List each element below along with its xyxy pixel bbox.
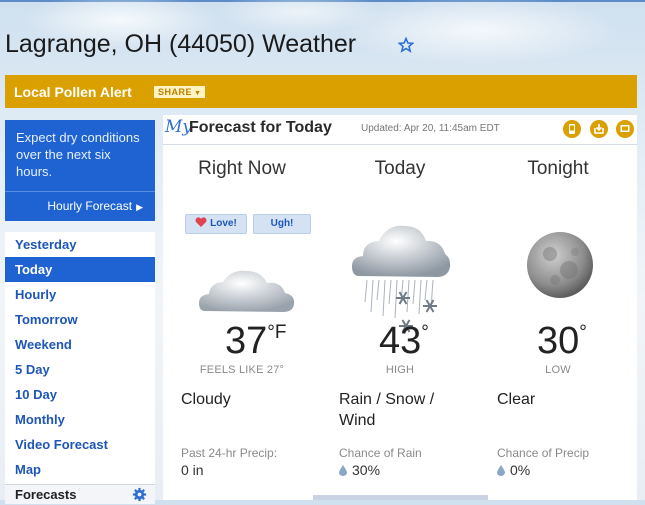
today-condition: Rain / Snow / Wind bbox=[339, 391, 435, 429]
high-label: HIGH bbox=[385, 364, 415, 376]
hourly-forecast-link[interactable]: Hourly Forecast ▶ bbox=[47, 199, 143, 213]
scroll-indicator bbox=[313, 495, 488, 500]
chance-of-rain-value: 30% bbox=[339, 462, 380, 478]
mobile-icon[interactable] bbox=[563, 120, 581, 138]
nav-item-monthly[interactable]: Monthly bbox=[5, 407, 155, 432]
love-label: Love! bbox=[210, 218, 237, 229]
tonight-heading: Tonight bbox=[527, 158, 589, 179]
forecast-title: Forecast for Today bbox=[189, 119, 332, 136]
precip-value: 0 in bbox=[181, 462, 204, 478]
current-condition: Cloudy bbox=[181, 391, 231, 408]
low-label: LOW bbox=[545, 364, 571, 376]
page-title: Lagrange, OH (44050) Weather bbox=[5, 30, 357, 58]
low-temp-unit: ° bbox=[579, 322, 587, 343]
low-temperature: 30° bbox=[537, 320, 587, 363]
raindrop-icon bbox=[339, 465, 347, 476]
star-icon[interactable] bbox=[398, 37, 414, 53]
ugh-button[interactable]: Ugh! bbox=[253, 214, 311, 234]
nav-item-weekend[interactable]: Weekend bbox=[5, 332, 155, 357]
forecast-promo: Expect dry conditions over the next six … bbox=[5, 120, 155, 221]
promo-divider bbox=[5, 191, 155, 192]
save-icon[interactable] bbox=[590, 120, 608, 138]
nav-item-10-day[interactable]: 10 Day bbox=[5, 382, 155, 407]
ugh-label: Ugh! bbox=[270, 218, 294, 229]
my-logo: My bbox=[165, 117, 193, 137]
precip-label: Past 24-hr Precip: bbox=[181, 446, 278, 460]
forecasts-footer[interactable]: Forecasts bbox=[5, 484, 155, 504]
share-button[interactable]: SHARE ▼ bbox=[154, 86, 206, 98]
share-label: SHARE bbox=[158, 87, 193, 97]
tonight-condition: Clear bbox=[497, 391, 536, 408]
forecast-panel: My Forecast for Today Updated: Apr 20, 1… bbox=[163, 115, 637, 500]
nav-item-today[interactable]: Today bbox=[5, 257, 155, 282]
nav-item-map[interactable]: Map bbox=[5, 457, 155, 482]
cloudy-icon bbox=[199, 270, 295, 312]
today-column: Today 43° HIGH Rain / Snow / Wind Chance… bbox=[321, 144, 479, 500]
feels-like: FEELS LIKE 27° bbox=[199, 364, 285, 376]
current-temperature: 37°F bbox=[225, 320, 287, 363]
chevron-down-icon: ▼ bbox=[194, 90, 202, 97]
nav-item-tomorrow[interactable]: Tomorrow bbox=[5, 307, 155, 332]
chance-of-rain-label: Chance of Rain bbox=[339, 446, 422, 460]
nav-item-video-forecast[interactable]: Video Forecast bbox=[5, 432, 155, 457]
nav-item-hourly[interactable]: Hourly bbox=[5, 282, 155, 307]
pollen-alert-bar[interactable]: Local Pollen Alert SHARE ▼ bbox=[5, 75, 637, 108]
love-button[interactable]: Love! bbox=[185, 214, 247, 234]
nav-item-5-day[interactable]: 5 Day bbox=[5, 357, 155, 382]
hourly-forecast-label: Hourly Forecast bbox=[47, 199, 133, 213]
updated-timestamp: Updated: Apr 20, 11:45am EDT bbox=[361, 123, 500, 134]
chance-of-precip-value: 0% bbox=[497, 462, 530, 478]
moon-icon bbox=[527, 232, 593, 298]
high-temp-value: 43 bbox=[379, 320, 422, 362]
chevron-right-icon: ▶ bbox=[136, 202, 143, 212]
nav-item-yesterday[interactable]: Yesterday bbox=[5, 232, 155, 257]
high-temperature: 43° bbox=[379, 320, 429, 363]
forecast-nav: Yesterday Today Hourly Tomorrow Weekend … bbox=[5, 232, 155, 504]
desktop-icon[interactable] bbox=[616, 120, 634, 138]
chance-of-precip-label: Chance of Precip bbox=[497, 446, 590, 460]
forecast-header: My Forecast for Today Updated: Apr 20, 1… bbox=[163, 115, 637, 145]
pollen-alert-label[interactable]: Local Pollen Alert bbox=[14, 84, 132, 100]
current-temp-unit: °F bbox=[267, 322, 287, 343]
today-heading: Today bbox=[374, 158, 426, 179]
low-temp-value: 30 bbox=[537, 320, 580, 362]
tonight-column: Tonight 30° LOW Clear Chance of Precip 0… bbox=[479, 144, 637, 500]
raindrop-icon bbox=[497, 465, 505, 476]
current-temp-value: 37 bbox=[225, 320, 268, 362]
right-now-column: Right Now Love! Ugh! 37°F FEELS LIKE 27°… bbox=[163, 144, 321, 500]
chance-of-rain-text: 30% bbox=[352, 462, 381, 478]
promo-text: Expect dry conditions over the next six … bbox=[16, 130, 140, 179]
high-temp-unit: ° bbox=[421, 322, 429, 343]
heart-icon bbox=[195, 217, 207, 227]
chance-of-precip-text: 0% bbox=[510, 462, 531, 478]
right-now-heading: Right Now bbox=[198, 158, 286, 179]
